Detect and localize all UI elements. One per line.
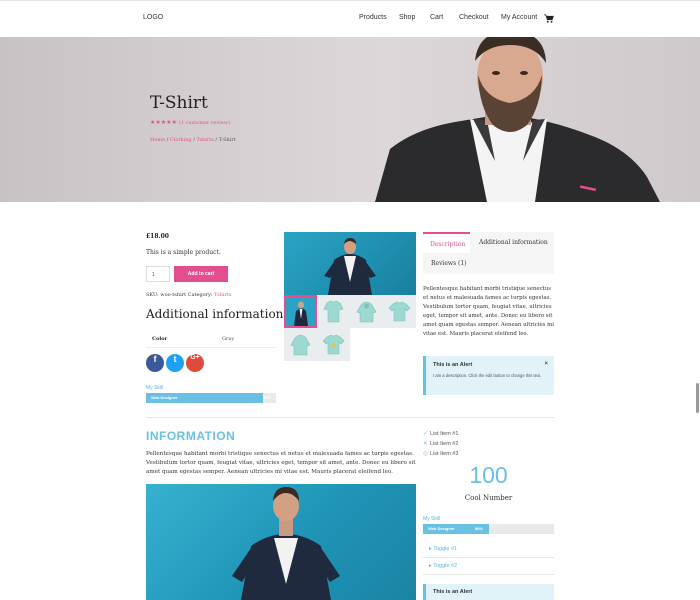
gallery-thumb-2[interactable] bbox=[317, 295, 350, 328]
product-model-photo bbox=[324, 238, 376, 295]
gallery-thumb-1[interactable] bbox=[284, 295, 317, 328]
list-item-3: ◎ List Item #3 bbox=[423, 451, 459, 457]
add-to-cart-button[interactable]: Add to cart bbox=[174, 266, 228, 282]
twitter-icon[interactable]: t bbox=[166, 354, 184, 372]
skill-title-2: My Skill bbox=[423, 516, 441, 522]
attribute-divider bbox=[146, 347, 276, 348]
section-divider bbox=[146, 417, 554, 418]
product-short-description: This is a simple product. bbox=[146, 249, 221, 256]
gallery-thumb-3[interactable] bbox=[350, 295, 383, 328]
product-price: £18.00 bbox=[146, 233, 169, 240]
skill-percent-2: 50% bbox=[475, 526, 484, 531]
tab-content: Pellentesque habitant morbi tristique se… bbox=[423, 286, 554, 337]
site-logo[interactable]: LOGO bbox=[143, 14, 163, 21]
alert-title-2: This is an Alert bbox=[433, 589, 473, 595]
thumb-hoodie-icon bbox=[356, 301, 377, 323]
skill-progress-bar-2: Web Designer 50% bbox=[423, 524, 554, 534]
information-model-photo bbox=[232, 487, 340, 600]
attribute-label: Color bbox=[152, 336, 168, 342]
close-icon: ✕ bbox=[423, 441, 428, 447]
review-link[interactable]: (1 customer review) bbox=[179, 120, 230, 126]
list-item-2: ✕ List Item #2 bbox=[423, 441, 459, 447]
nav-products[interactable]: Products bbox=[359, 14, 387, 21]
google-plus-icon[interactable]: G+ bbox=[186, 354, 204, 372]
information-image bbox=[146, 484, 416, 600]
category-link[interactable]: Tshirts bbox=[214, 292, 231, 298]
close-icon[interactable]: × bbox=[544, 361, 548, 367]
skill-progress-bar: Web Designer 90% bbox=[146, 393, 276, 403]
alert-description: I am a description. Click the edit butto… bbox=[433, 373, 542, 378]
tab-description[interactable]: Description bbox=[423, 232, 470, 253]
counter-label: Cool Number bbox=[464, 494, 513, 502]
breadcrumb: Home / Clothing / Tshirts / T-Shirt bbox=[150, 137, 236, 143]
breadcrumb-home[interactable]: Home bbox=[150, 137, 165, 143]
gallery-thumb-5[interactable] bbox=[284, 328, 317, 361]
page-title: T-Shirt bbox=[150, 93, 208, 113]
skill-title: My Skill bbox=[146, 385, 164, 391]
hero-banner: T-Shirt ★★★★★ (1 customer review) Home /… bbox=[0, 37, 700, 202]
shopping-cart-icon[interactable] bbox=[544, 14, 554, 23]
thumb-shirt-icon bbox=[323, 300, 344, 323]
thumb-model-photo bbox=[294, 301, 308, 326]
quantity-input[interactable]: 1 bbox=[146, 266, 170, 282]
product-tabs: Description Additional information Revie… bbox=[423, 232, 554, 274]
thumb-hoodie-icon bbox=[290, 334, 311, 356]
alert-box: This is an Alert × I am a description. C… bbox=[423, 356, 554, 395]
toggle-1[interactable]: ▸ Toggle #1 bbox=[423, 542, 554, 558]
skill-name-2: Web Designer bbox=[428, 526, 455, 531]
skill-name: Web Designer bbox=[151, 395, 178, 400]
nav-checkout[interactable]: Checkout bbox=[459, 14, 489, 21]
tab-additional-information[interactable]: Additional information bbox=[479, 239, 548, 246]
breadcrumb-tshirts[interactable]: Tshirts bbox=[197, 137, 214, 143]
product-meta: SKU: woo-tshirt Category: Tshirts bbox=[146, 292, 231, 298]
nav-cart[interactable]: Cart bbox=[430, 14, 443, 21]
sku-label: SKU: woo-tshirt Category: bbox=[146, 292, 213, 298]
facebook-icon[interactable]: f bbox=[146, 354, 164, 372]
information-heading: INFORMATION bbox=[146, 429, 236, 443]
check-icon: ✓ bbox=[423, 431, 428, 437]
breadcrumb-current: T-Shirt bbox=[218, 137, 236, 143]
counter-number: 100 bbox=[469, 462, 508, 488]
nav-my-account[interactable]: My Account bbox=[501, 14, 537, 21]
circle-dot-icon: ◎ bbox=[423, 451, 428, 457]
rating-stars: ★★★★★ bbox=[150, 119, 177, 126]
toggle-label-1: ▸ Toggle #1 bbox=[429, 546, 458, 552]
alert-box-2: This is an Alert bbox=[423, 584, 554, 600]
page-scrollbar[interactable] bbox=[696, 383, 699, 413]
site-header: LOGO Products Shop Cart Checkout My Acco… bbox=[0, 0, 700, 37]
gallery-thumb-6[interactable] bbox=[317, 328, 350, 361]
attribute-value: Gray bbox=[222, 336, 235, 342]
breadcrumb-clothing[interactable]: Clothing bbox=[170, 137, 192, 143]
gallery-thumb-4[interactable] bbox=[383, 295, 416, 328]
alert-title: This is an Alert bbox=[433, 362, 473, 368]
list-item-1: ✓ List Item #1 bbox=[423, 431, 459, 437]
thumb-tshirt-icon bbox=[322, 334, 345, 355]
information-text: Pellentesque habitant morbi tristique se… bbox=[146, 451, 416, 475]
toggle-2[interactable]: ▸ Toggle #2 bbox=[423, 559, 554, 575]
skill-percent: 90% bbox=[262, 395, 271, 400]
product-main-image[interactable] bbox=[284, 232, 416, 295]
nav-shop[interactable]: Shop bbox=[399, 14, 415, 21]
toggle-label-2: ▸ Toggle #2 bbox=[429, 563, 458, 569]
thumb-tshirt-icon bbox=[388, 301, 411, 322]
tab-reviews[interactable]: Reviews (1) bbox=[431, 260, 467, 267]
additional-info-heading: Additional information bbox=[146, 307, 284, 321]
hero-model-photo bbox=[375, 37, 660, 202]
